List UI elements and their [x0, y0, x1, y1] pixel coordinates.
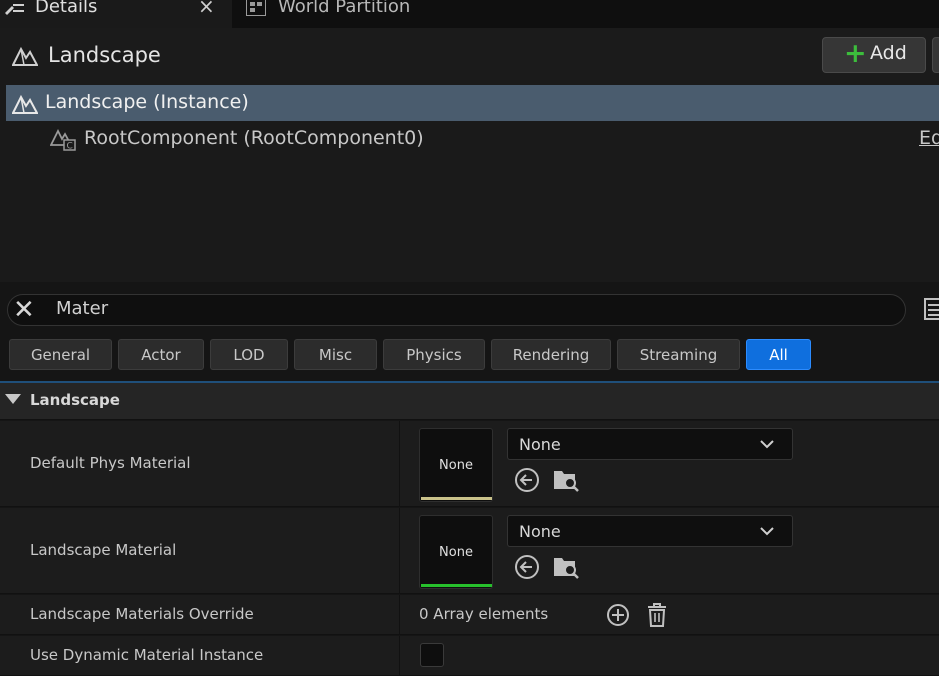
- collapse-arrow-icon[interactable]: [5, 394, 21, 404]
- asset-picker-value: None: [519, 435, 561, 454]
- browse-asset-icon[interactable]: [553, 467, 579, 493]
- tree-root-component-label[interactable]: RootComponent (RootComponent0): [84, 127, 424, 149]
- column-splitter[interactable]: [399, 595, 400, 635]
- property-label: Landscape Materials Override: [30, 605, 254, 623]
- plus-icon: +: [844, 38, 867, 69]
- edit-in-cpp-link[interactable]: Ed: [919, 127, 939, 149]
- trash-icon[interactable]: [646, 603, 668, 627]
- asset-thumbnail[interactable]: None: [419, 515, 493, 589]
- close-icon[interactable]: ×: [198, 0, 215, 18]
- asset-type-color-bar: [421, 497, 492, 500]
- tree-instance-label: Landscape (Instance): [45, 91, 249, 113]
- column-splitter[interactable]: [399, 421, 400, 507]
- landscape-icon: [12, 46, 38, 66]
- use-selected-asset-icon[interactable]: [514, 554, 540, 580]
- header-button-stub[interactable]: [932, 37, 939, 73]
- property-label: Landscape Material: [30, 541, 177, 559]
- actor-title: Landscape: [48, 43, 161, 67]
- array-count: 0 Array elements: [419, 605, 549, 623]
- category-label: Landscape: [30, 391, 120, 409]
- use-dynamic-checkbox[interactable]: [420, 643, 444, 667]
- use-selected-asset-icon[interactable]: [514, 467, 540, 493]
- filter-streaming[interactable]: Streaming: [617, 339, 740, 370]
- filter-general[interactable]: General: [9, 339, 112, 370]
- svg-text:C: C: [67, 142, 73, 152]
- tab-world-partition[interactable]: World Partition: [278, 0, 410, 17]
- world-partition-icon: [246, 0, 266, 16]
- filter-misc[interactable]: Misc: [294, 339, 377, 370]
- landscape-instance-icon: [12, 94, 38, 114]
- chevron-down-icon: [760, 440, 774, 449]
- filter-all[interactable]: All: [746, 339, 811, 370]
- filter-rendering[interactable]: Rendering: [491, 339, 611, 370]
- add-element-icon[interactable]: [606, 603, 630, 627]
- column-splitter[interactable]: [399, 636, 400, 676]
- details-icon: [5, 4, 24, 15]
- category-header-landscape[interactable]: [0, 383, 939, 420]
- asset-picker-value: None: [519, 522, 561, 541]
- search-input[interactable]: [7, 294, 906, 326]
- browse-asset-icon[interactable]: [553, 554, 579, 580]
- column-splitter[interactable]: [399, 508, 400, 594]
- filter-physics[interactable]: Physics: [383, 339, 485, 370]
- property-matrix-icon[interactable]: [924, 298, 939, 322]
- search-input-value: Mater: [56, 298, 109, 319]
- filter-actor[interactable]: Actor: [118, 339, 204, 370]
- clear-search-icon[interactable]: ✕: [13, 296, 35, 324]
- property-label: Default Phys Material: [30, 454, 191, 472]
- property-label: Use Dynamic Material Instance: [30, 646, 264, 664]
- chevron-down-icon: [760, 527, 774, 536]
- asset-type-color-bar: [421, 584, 492, 587]
- add-button-label: Add: [870, 42, 907, 64]
- root-component-icon: C: [50, 128, 76, 152]
- tab-details-label: Details: [35, 0, 98, 17]
- asset-thumbnail[interactable]: None: [419, 428, 493, 502]
- filter-lod[interactable]: LOD: [210, 339, 288, 370]
